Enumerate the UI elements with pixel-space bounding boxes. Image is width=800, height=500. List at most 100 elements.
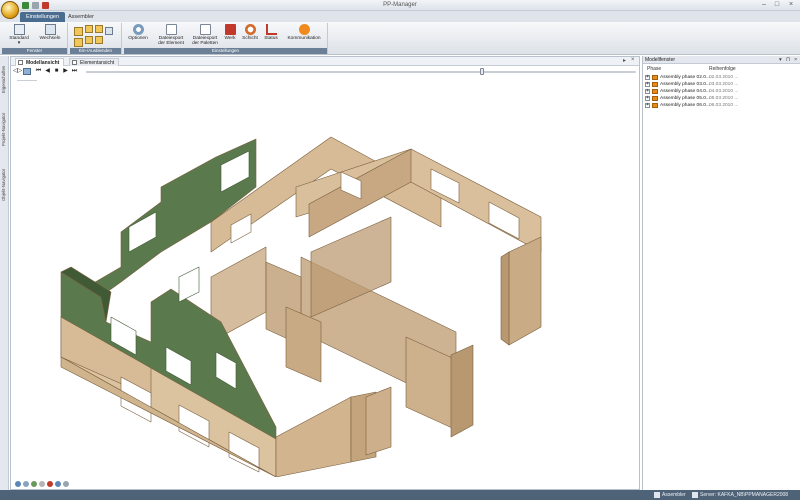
list-item[interactable]: + Assembly phase 06.0... 06.03.2010 ... [643,102,800,109]
schicht-button[interactable]: Schicht [240,24,260,41]
dateiexport-element-button[interactable]: Dateiexport der Element [154,24,188,46]
tab-assembler[interactable]: Assembler [62,12,100,22]
playback-toolbar: ◁▷ ⏮ ◀ ■ ▶ ⏭ [11,67,639,77]
dateiexport-paletten-button[interactable]: Dateiexport der Paletten [188,24,222,46]
close-button[interactable]: × [785,1,797,9]
application-menu-button[interactable] [1,1,19,19]
stop-button[interactable]: ■ [53,68,60,75]
wall-interior-short [450,344,474,438]
toggle-icon-1[interactable] [74,27,83,36]
window-title: PP-Manager [383,2,417,8]
rss-icon [298,24,310,35]
group-label-fenster: Fenster [2,48,67,54]
status-label: Status [264,36,278,41]
optionen-button[interactable]: Optionen [124,24,152,41]
toggle-icon-3[interactable] [95,25,103,33]
tab-scroll-icon[interactable]: ▸ [623,57,626,64]
minimize-button[interactable]: – [758,1,770,9]
list-item[interactable]: + Assembly phase 05.0... 05.03.2010 ... [643,95,800,102]
left-sidebar: Eigenschaften Projekt-Navigator Objekt-N… [0,56,9,490]
werk-button[interactable]: Werk [222,24,238,41]
status-button[interactable]: Status [262,24,280,41]
screenshot-icon[interactable] [23,68,31,75]
panel-close-icon[interactable]: × [794,56,797,64]
wall-right-end-front [500,251,510,346]
expand-icon[interactable]: + [645,75,650,80]
group-ein-ausblenden: Ein-/Ausblenden [70,23,122,54]
timeline-slider[interactable] [86,71,636,73]
play-button[interactable]: ▶ [62,68,69,75]
zoom-in-icon[interactable] [15,481,21,487]
zoom-out-icon[interactable] [23,481,29,487]
panel-pin-icon[interactable]: ⊓ [786,56,790,64]
house-model [60,136,542,477]
maximize-button[interactable]: □ [771,1,783,9]
expand-icon[interactable]: + [645,96,650,101]
group-fenster: Standard ▾ Wechseln Fenster [2,23,68,54]
kommunikation-label: Kommunikation [287,36,321,41]
list-item[interactable]: + Assembly phase 03.0... 03.03.2010 ... [643,81,800,88]
expand-icon[interactable]: + [645,82,650,87]
toggle-icon-6[interactable] [85,36,93,44]
group-label-einstellungen: Einstellungen [124,48,327,54]
column-phase[interactable]: Phase [647,65,661,73]
document-export-icon [199,24,211,35]
window-layout-icon [13,24,25,35]
first-frame-button[interactable]: ⏮ [35,68,42,75]
toggle-icon-7[interactable] [95,36,103,44]
document-export-icon [165,24,177,35]
tab-elementansicht[interactable]: Elementansicht [69,58,120,66]
model-view-icon [18,60,23,65]
toggle-icon-5[interactable] [74,38,83,47]
ribbon-tabs: Einstellungen Assembler [0,11,800,22]
kommunikation-button[interactable]: Kommunikation [282,24,326,41]
sidebar-tab-projekt-navigator[interactable]: Projekt-Navigator [1,104,8,154]
rotate-icon[interactable] [31,481,37,487]
wechseln-label: Wechseln [39,36,61,41]
expand-icon[interactable]: + [645,103,650,108]
wall-front-right-cap [365,386,392,456]
element-view-icon [72,60,77,65]
tab-einstellungen[interactable]: Einstellungen [20,12,66,22]
server-icon [692,492,698,498]
group-label-ein-ausblenden: Ein-/Ausblenden [70,48,121,54]
model-viewport[interactable] [11,77,639,477]
settings-icon[interactable] [63,481,69,487]
factory-icon [224,24,236,35]
schicht-label: Schicht [242,36,258,41]
column-reihenfolge[interactable]: Reihenfolge [709,65,736,73]
switch-windows-icon [44,24,56,35]
standard-button[interactable]: Standard ▾ [6,24,32,46]
expand-icon[interactable]: + [645,89,650,94]
timeline-slider-thumb[interactable] [480,68,484,75]
panel-menu-icon[interactable]: ▾ [779,56,782,64]
wall-right-end [508,236,542,346]
fit-view-icon[interactable]: ◁▷ [13,68,22,75]
tab-modellansicht[interactable]: Modellansicht [15,58,65,66]
phase-color-icon [652,82,658,87]
status-chart-icon [265,24,277,35]
list-item[interactable]: + Assembly phase 04.0... 04.03.2010 ... [643,88,800,95]
group-einstellungen: Optionen Dateiexport der Element Dateiexp… [124,23,328,54]
reset-view-icon[interactable] [47,481,53,487]
sidebar-tab-objekt-navigator[interactable]: Objekt-Navigator [1,160,8,210]
status-server: Server: KAFKA_NB\PPMANAGER2008 [700,492,789,498]
wechseln-button[interactable]: Wechseln [36,24,64,41]
prev-frame-button[interactable]: ◀ [44,68,51,75]
pan-icon[interactable] [39,481,45,487]
werk-label: Werk [224,36,236,41]
toggle-icon-2[interactable] [85,25,93,33]
phase-color-icon [652,103,658,108]
camera-icon[interactable] [55,481,61,487]
close-document-button[interactable]: × [631,57,635,63]
window [178,266,200,303]
status-module: Assembler [662,492,686,498]
document-area: Modellansicht Elementansicht ▸ × ◁▷ ⏮ ◀ … [10,56,640,490]
list-item[interactable]: + Assembly phase 02.0... 02.03.2010 ... [643,74,800,81]
last-frame-button[interactable]: ⏭ [71,68,78,75]
ribbon: Standard ▾ Wechseln Fenster Ein-/Ausblend… [0,22,800,55]
assembler-icon [654,492,660,498]
sidebar-tab-eigenschaften[interactable]: Eigenschaften [1,60,8,98]
toggle-icon-4[interactable] [105,27,113,35]
phase-color-icon [652,96,658,101]
